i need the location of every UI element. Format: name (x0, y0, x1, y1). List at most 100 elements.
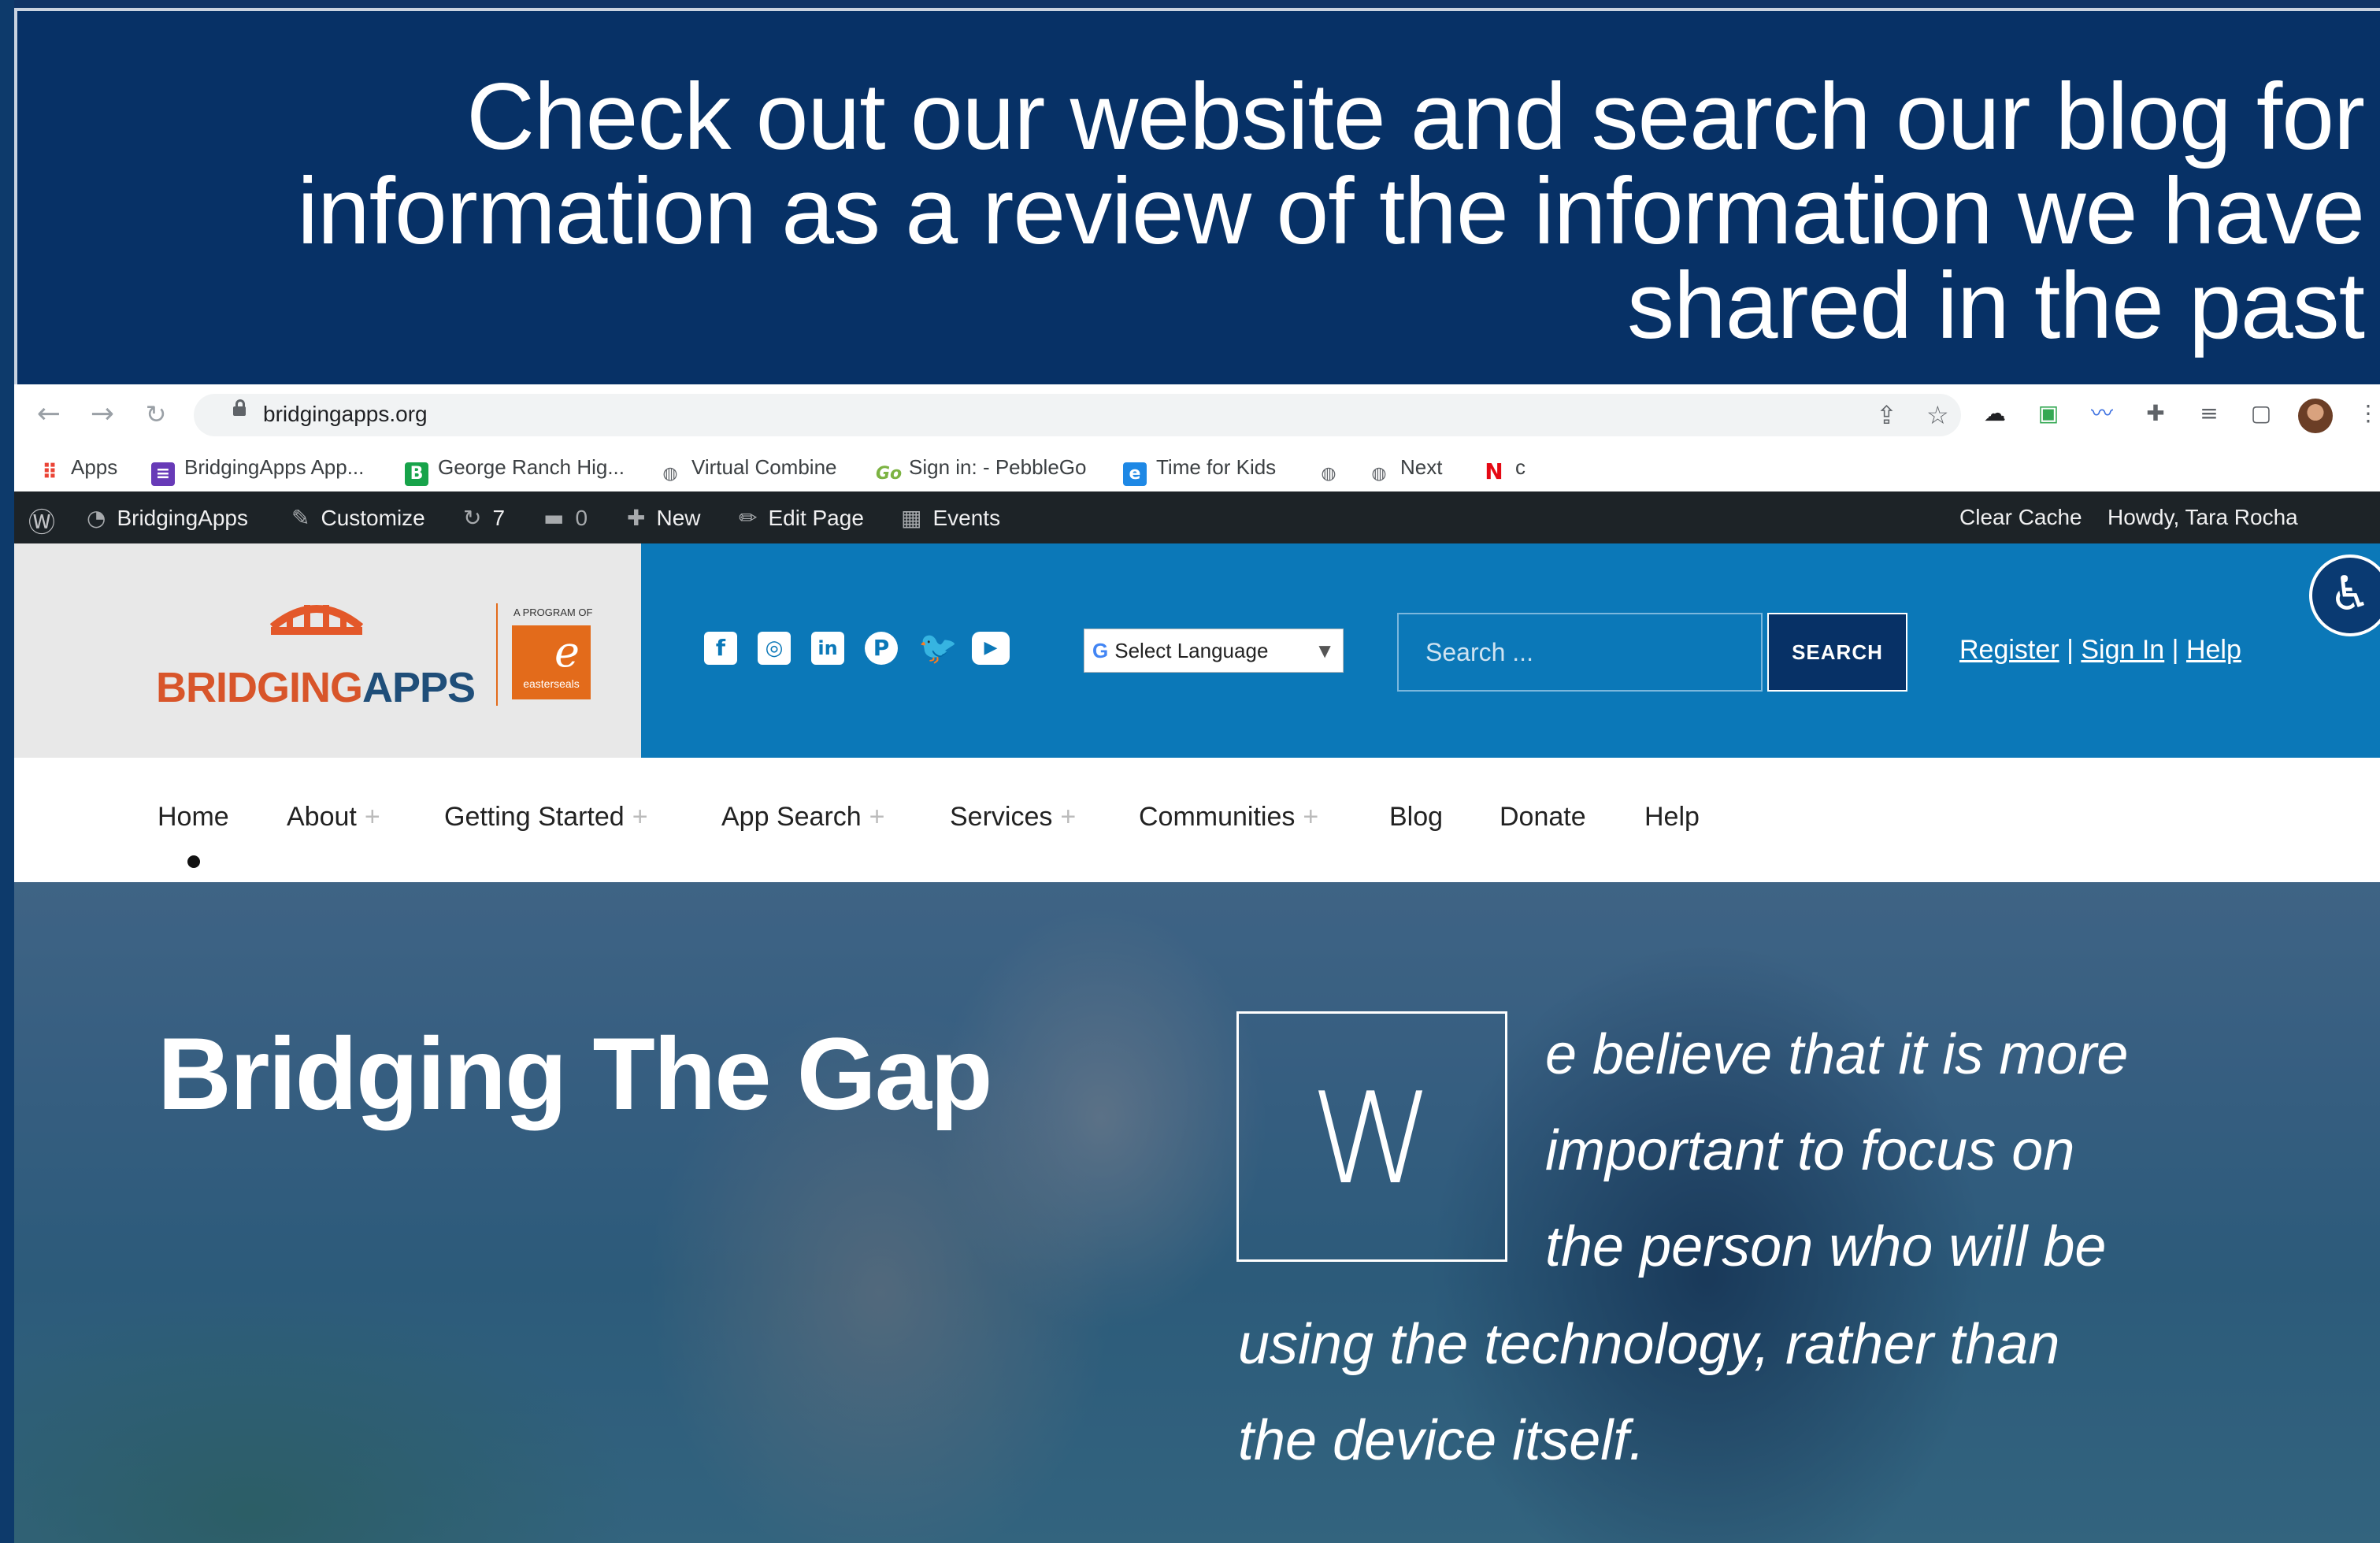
bookmark-label: Virtual Combine (691, 455, 837, 479)
logo-divider (496, 603, 498, 706)
bookmark-label: George Ranch Hig... (438, 455, 625, 479)
tab-search-icon[interactable]: ▢ (2248, 400, 2274, 427)
admin-events-link[interactable]: ▦ Events (901, 505, 1000, 531)
b-icon: B (405, 462, 428, 486)
admin-clear-cache[interactable]: Clear Cache (1959, 505, 2082, 530)
url-text[interactable]: bridgingapps.org (263, 402, 428, 427)
admin-comments-link[interactable]: ▬ 0 (543, 505, 588, 531)
bookmark-pebblego[interactable]: Go Sign in: - PebbleGo (876, 455, 1086, 486)
expand-plus-icon: + (1303, 802, 1319, 832)
bookmark-star-icon[interactable]: ☆ (1926, 400, 1949, 430)
easterseals-e-icon: e (554, 627, 580, 677)
nav-label: About (287, 802, 357, 832)
admin-updates-link[interactable]: ↻ 7 (463, 505, 505, 531)
logo-panel[interactable]: BRIDGINGAPPS A PROGRAM OF e easterseals (14, 543, 641, 758)
help-link[interactable]: Help (2186, 635, 2241, 665)
slide-title-line-3: shared in the past (1627, 253, 2365, 358)
bookmark-time-for-kids[interactable]: e Time for Kids (1123, 455, 1276, 486)
forward-icon[interactable]: → (85, 397, 120, 432)
slide-banner: Check out our website and search our blo… (14, 8, 2380, 384)
admin-site-link[interactable]: ◔ BridgingApps (87, 505, 248, 531)
back-icon[interactable]: ← (32, 397, 66, 432)
quote-line: important to focus on (1545, 1119, 2075, 1182)
bookmark-virtual-combine[interactable]: ◍ Virtual Combine (658, 455, 837, 486)
wp-admin-bar: Ⓦ ◔ BridgingApps ✎ Customize ↻ 7 ▬ 0 ✚ New ✏ E… (14, 491, 2380, 543)
twitter-icon[interactable]: 🐦 (918, 632, 958, 665)
admin-updates-count: 7 (492, 506, 506, 530)
expand-plus-icon: + (364, 802, 380, 832)
nav-communities[interactable]: Communities + (1139, 802, 1318, 833)
youtube-icon[interactable]: ▶ (972, 632, 1010, 665)
google-icon: G (1092, 639, 1109, 662)
green-extension-icon[interactable]: ▣ (2035, 400, 2062, 427)
admin-new-label: New (656, 506, 701, 530)
globe-icon: ◍ (1367, 462, 1391, 486)
cloud-extension-icon[interactable]: ☁ (1981, 400, 2008, 427)
reading-list-icon[interactable]: ≡ (2196, 400, 2222, 427)
profile-avatar[interactable] (2298, 399, 2333, 433)
globe-icon: ◍ (658, 462, 682, 486)
nav-label: Communities (1139, 802, 1296, 832)
account-links: Register | Sign In | Help (1959, 635, 2241, 666)
reload-icon[interactable]: ↻ (139, 397, 173, 432)
nav-home[interactable]: Home (158, 802, 229, 833)
logo-apps: APPS (362, 664, 476, 711)
search-input[interactable]: Search ... (1397, 613, 1763, 692)
slide-title-line-1: Check out our website and search our blo… (466, 64, 2365, 169)
bookmark-netflix[interactable]: Nc (1482, 455, 1525, 484)
browser-window: ← → ↻ bridgingapps.org ⇪ ☆ ☁ ▣ 〰 ✚ ≡ ▢ ⋮… (14, 384, 2380, 1543)
instagram-icon[interactable]: ◎ (758, 632, 791, 665)
nav-blog[interactable]: Blog (1389, 802, 1443, 833)
register-link[interactable]: Register (1959, 635, 2059, 665)
bookmark-george-ranch[interactable]: B George Ranch Hig... (405, 455, 625, 486)
pencil-icon: ✏ (739, 505, 758, 531)
nav-label: Help (1644, 802, 1700, 832)
admin-clear-cache-label: Clear Cache (1959, 505, 2082, 529)
apps-grid-icon: ⠿ (38, 461, 61, 484)
menu-dots-icon[interactable]: ⋮ (2355, 400, 2380, 427)
bookmark-next[interactable]: ◍ Next (1367, 455, 1442, 486)
wordpress-logo-icon[interactable]: Ⓦ (28, 501, 66, 540)
site-header: BRIDGINGAPPS A PROGRAM OF e easterseals … (14, 543, 2380, 758)
comment-icon: ▬ (543, 505, 565, 531)
program-label: A PROGRAM OF (513, 606, 593, 618)
admin-site-label: BridgingApps (117, 506, 248, 530)
nav-label: Donate (1500, 802, 1586, 832)
dropdown-arrow-icon: ▼ (1314, 639, 1335, 662)
left-edge (0, 0, 14, 1543)
plus-icon: ✚ (627, 505, 646, 531)
nav-app-search[interactable]: App Search + (721, 802, 885, 833)
admin-edit-page-link[interactable]: ✏ Edit Page (739, 505, 864, 531)
expand-plus-icon: + (1060, 802, 1077, 832)
nav-getting-started[interactable]: Getting Started + (444, 802, 648, 833)
facebook-icon[interactable]: f (704, 632, 737, 665)
address-bar[interactable]: bridgingapps.org ⇪ ☆ (194, 394, 1961, 436)
admin-howdy[interactable]: Howdy, Tara Rocha (2108, 505, 2298, 530)
wave-extension-icon[interactable]: 〰 (2089, 400, 2115, 427)
go-icon: Go (876, 462, 902, 486)
nav-help[interactable]: Help (1644, 802, 1700, 833)
sign-in-link[interactable]: Sign In (2081, 635, 2164, 665)
bookmark-globe[interactable]: ◍ (1317, 455, 1350, 486)
search-button[interactable]: SEARCH (1767, 613, 1907, 692)
admin-new-link[interactable]: ✚ New (627, 505, 700, 531)
bookmark-bridgingapps[interactable]: ≡ BridgingApps App... (151, 455, 364, 486)
hero-overlay (14, 882, 2380, 1543)
nav-label: Services (950, 802, 1053, 832)
bookmark-label: BridgingApps App... (184, 455, 365, 479)
extensions-puzzle-icon[interactable]: ✚ (2142, 400, 2169, 427)
nav-about[interactable]: About + (287, 802, 380, 833)
admin-customize-link[interactable]: ✎ Customize (291, 505, 425, 531)
calendar-icon: ▦ (901, 505, 922, 531)
nav-services[interactable]: Services + (950, 802, 1076, 833)
nav-label: App Search (721, 802, 862, 832)
nav-donate[interactable]: Donate (1500, 802, 1586, 833)
language-select[interactable]: G Select Language ▼ (1084, 629, 1344, 673)
share-icon[interactable]: ⇪ (1876, 400, 1897, 430)
linkedin-icon[interactable]: in (811, 632, 844, 665)
brush-icon: ✎ (291, 505, 310, 531)
nav-label: Home (158, 802, 229, 832)
bookmark-apps[interactable]: ⠿ Apps (38, 455, 117, 484)
slide-title: Check out our website and search our blo… (159, 69, 2365, 353)
pinterest-icon[interactable]: P (865, 632, 898, 665)
